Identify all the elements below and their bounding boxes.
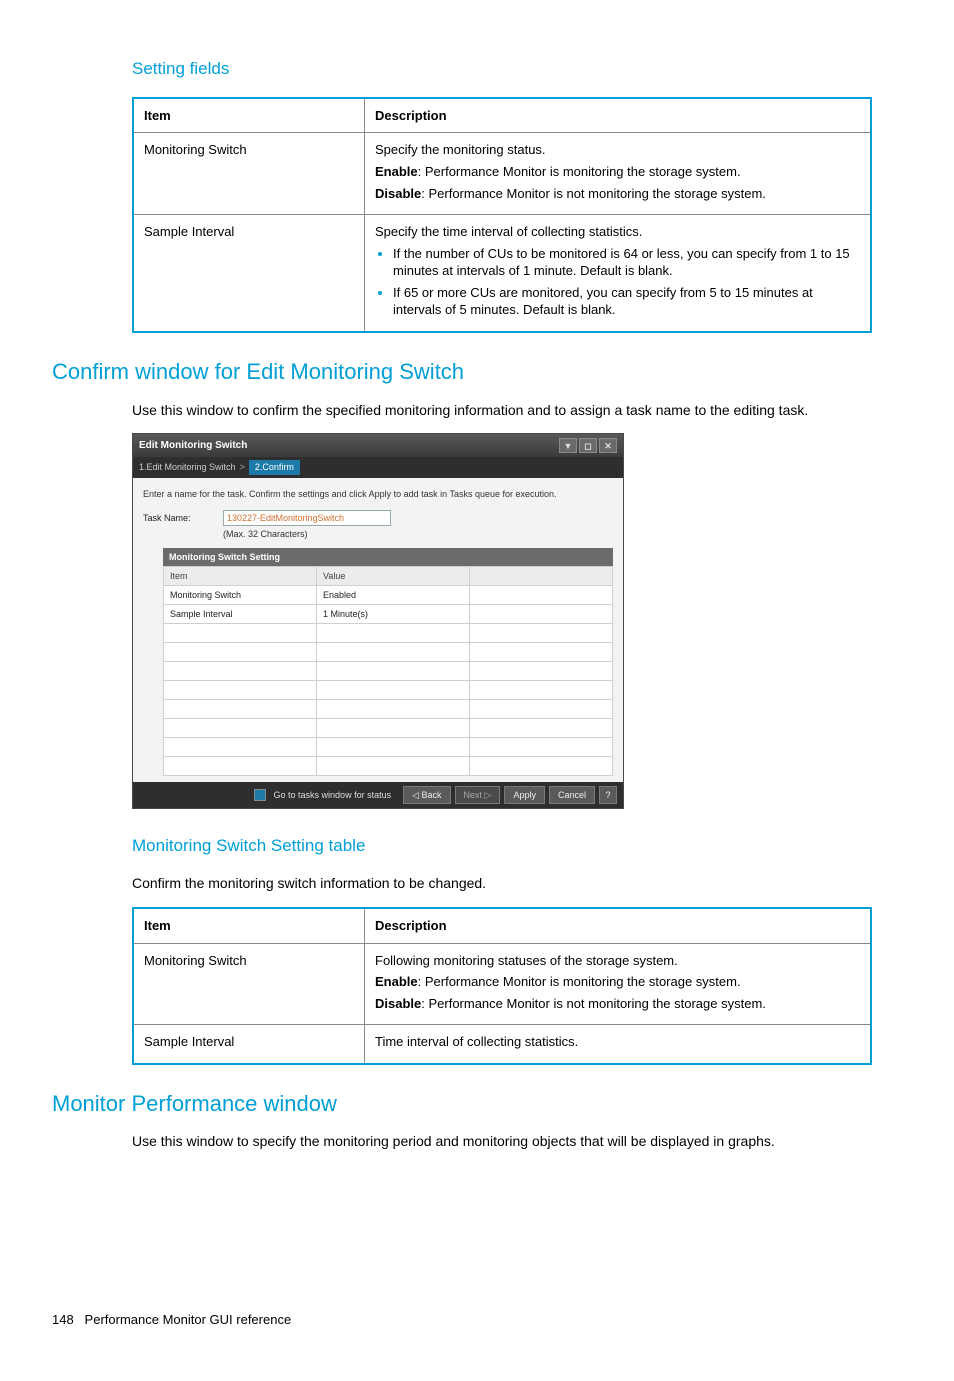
dialog-footer: Go to tasks window for status ◁ Back Nex… bbox=[133, 782, 623, 808]
table-row: . bbox=[164, 757, 613, 776]
edit-monitoring-switch-dialog: Edit Monitoring Switch ▼ ◻ ✕ 1.Edit Moni… bbox=[132, 433, 624, 809]
wizard-step-1[interactable]: 1.Edit Monitoring Switch bbox=[139, 461, 236, 473]
next-button: Next ▷ bbox=[455, 786, 501, 804]
heading-mss-table: Monitoring Switch Setting table bbox=[132, 835, 902, 858]
table-row: . bbox=[164, 738, 613, 757]
wizard-breadcrumb: 1.Edit Monitoring Switch > 2.Confirm bbox=[133, 457, 623, 477]
th-item: Item bbox=[133, 908, 365, 943]
mss-th-value: Value bbox=[317, 567, 470, 586]
mss-th-item: Item bbox=[164, 567, 317, 586]
dialog-title-text: Edit Monitoring Switch bbox=[139, 439, 247, 453]
th-description: Description bbox=[365, 98, 872, 133]
page-number: 148 bbox=[52, 1312, 74, 1327]
table-row: . bbox=[164, 700, 613, 719]
cell-description: Specify the time interval of collecting … bbox=[365, 215, 872, 332]
table-row: . bbox=[164, 719, 613, 738]
table-row: Monitoring Switch Following monitoring s… bbox=[133, 943, 871, 1025]
table-mss-reference: Item Description Monitoring Switch Follo… bbox=[132, 907, 872, 1065]
go-to-tasks-checkbox[interactable] bbox=[254, 789, 266, 801]
th-description: Description bbox=[365, 908, 872, 943]
task-name-input[interactable]: 130227-EditMonitoringSwitch bbox=[223, 510, 391, 526]
monitoring-switch-setting-header: Monitoring Switch Setting bbox=[163, 548, 613, 566]
cell-item: Monitoring Switch bbox=[133, 943, 365, 1025]
chevron-right-icon: > bbox=[240, 461, 245, 473]
table-setting-fields: Item Description Monitoring Switch Speci… bbox=[132, 97, 872, 333]
close-icon[interactable]: ✕ bbox=[599, 438, 617, 453]
chapter-title: Performance Monitor GUI reference bbox=[85, 1312, 292, 1327]
table-row: Sample Interval Time interval of collect… bbox=[133, 1025, 871, 1064]
mss-table-body: Confirm the monitoring switch informatio… bbox=[132, 874, 902, 893]
dialog-titlebar: Edit Monitoring Switch ▼ ◻ ✕ bbox=[133, 434, 623, 457]
table-row: Monitoring Switch Specify the monitoring… bbox=[133, 133, 871, 215]
cell-item: Sample Interval bbox=[133, 1025, 365, 1064]
cell-description: Following monitoring statuses of the sto… bbox=[365, 943, 872, 1025]
mss-th-blank bbox=[470, 567, 613, 586]
back-button[interactable]: ◁ Back bbox=[403, 786, 450, 804]
apply-button[interactable]: Apply bbox=[504, 786, 545, 804]
heading-confirm-window: Confirm window for Edit Monitoring Switc… bbox=[52, 357, 902, 387]
confirm-window-body: Use this window to confirm the specified… bbox=[132, 401, 902, 420]
table-row: Sample Interval 1 Minute(s) bbox=[164, 605, 613, 624]
table-row: Monitoring Switch Enabled bbox=[164, 586, 613, 605]
monitoring-switch-setting-table: Item Value Monitoring Switch Enabled Sam… bbox=[163, 566, 613, 776]
wizard-step-2: 2.Confirm bbox=[249, 460, 300, 474]
th-item: Item bbox=[133, 98, 365, 133]
cell-description: Specify the monitoring status. Enable: P… bbox=[365, 133, 872, 215]
filter-icon[interactable]: ▼ bbox=[559, 438, 577, 453]
cell-item: Monitoring Switch bbox=[133, 133, 365, 215]
table-row: . bbox=[164, 681, 613, 700]
page-footer: 148 Performance Monitor GUI reference bbox=[52, 1311, 902, 1329]
heading-monitor-performance: Monitor Performance window bbox=[52, 1089, 902, 1119]
dialog-instruction: Enter a name for the task. Confirm the s… bbox=[143, 488, 613, 500]
table-row: . bbox=[164, 624, 613, 643]
cell-description: Time interval of collecting statistics. bbox=[365, 1025, 872, 1064]
monitor-performance-body: Use this window to specify the monitorin… bbox=[132, 1132, 902, 1151]
task-name-hint: (Max. 32 Characters) bbox=[223, 528, 391, 540]
heading-setting-fields: Setting fields bbox=[132, 58, 902, 81]
cell-item: Sample Interval bbox=[133, 215, 365, 332]
table-row: . bbox=[164, 643, 613, 662]
task-name-label: Task Name: bbox=[143, 510, 223, 524]
cancel-button[interactable]: Cancel bbox=[549, 786, 595, 804]
restore-icon[interactable]: ◻ bbox=[579, 438, 597, 453]
table-row: Sample Interval Specify the time interva… bbox=[133, 215, 871, 332]
help-button[interactable]: ? bbox=[599, 786, 617, 804]
table-row: . bbox=[164, 662, 613, 681]
go-to-tasks-label: Go to tasks window for status bbox=[274, 789, 392, 801]
